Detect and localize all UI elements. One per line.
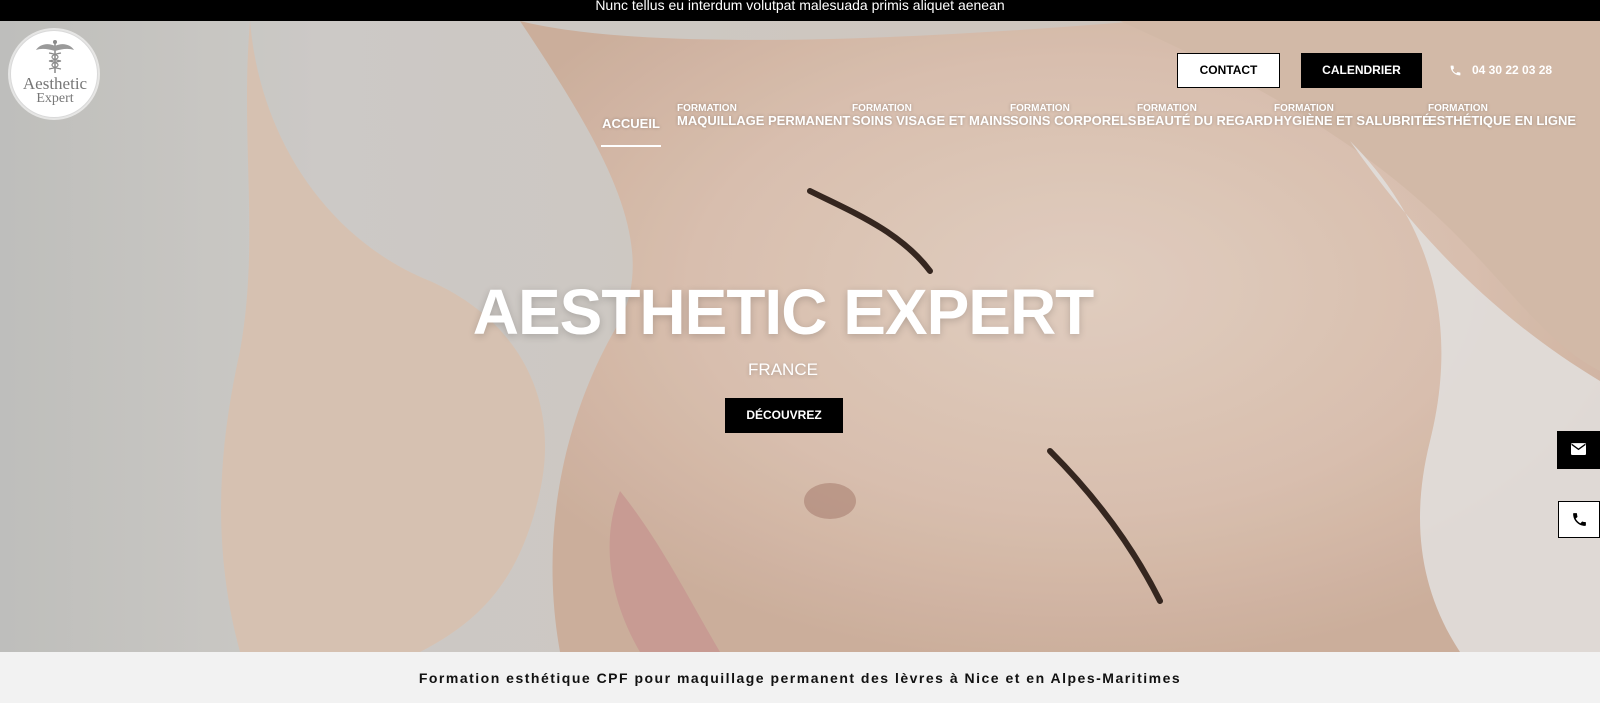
mail-icon [1571, 443, 1586, 455]
nav-item-label: HYGIÈNE ET SALUBRITÉ [1274, 113, 1431, 128]
nav-item-maquillage-permanent[interactable]: FORMATION MAQUILLAGE PERMANENT [677, 103, 850, 148]
header-phone-link[interactable]: 04 30 22 03 28 [1449, 59, 1552, 81]
nav-item-esthetique-en-ligne[interactable]: FORMATION ESTHÉTIQUE EN LIGNE [1428, 103, 1576, 148]
nav-item-label: SOINS CORPORELS [1010, 113, 1137, 128]
nav-item-label: ESTHÉTIQUE EN LIGNE [1428, 113, 1577, 128]
nav-item-label: SOINS VISAGE ET MAINS [852, 113, 1011, 128]
tagline-band: Formation esthétique CPF pour maquillage… [0, 652, 1600, 703]
calendar-button[interactable]: CALENDRIER [1301, 53, 1422, 88]
nav-item-label: MAQUILLAGE PERMANENT [677, 113, 851, 128]
main-navigation: ACCUEIL FORMATION MAQUILLAGE PERMANENT F… [0, 103, 1600, 153]
nav-item-beaute-du-regard[interactable]: FORMATION BEAUTÉ DU REGARD [1137, 103, 1273, 148]
hero-subtitle: FRANCE [748, 360, 818, 379]
hero-section: Aesthetic Expert CONTACT CALENDRIER 04 3… [0, 21, 1600, 652]
phone-icon [1450, 65, 1461, 76]
floating-phone-button[interactable] [1558, 501, 1600, 538]
contact-button[interactable]: CONTACT [1177, 53, 1280, 88]
nav-item-hygiene-salubrite[interactable]: FORMATION HYGIÈNE ET SALUBRITÉ [1274, 103, 1431, 148]
tagline-text: Formation esthétique CPF pour maquillage… [418, 670, 1182, 686]
nav-item-soins-corporels[interactable]: FORMATION SOINS CORPORELS [1010, 103, 1136, 148]
nav-item-label: BEAUTÉ DU REGARD [1137, 113, 1273, 128]
nav-item-accueil[interactable]: ACCUEIL [601, 116, 661, 149]
hero-title: AESTHETIC EXPERT [472, 276, 1095, 348]
header-phone-number: 04 30 22 03 28 [1472, 63, 1553, 77]
caduceus-icon [36, 40, 74, 73]
announcement-bar: Nunc tellus eu interdum volutpat malesua… [0, 0, 1600, 21]
phone-icon [1573, 513, 1586, 526]
announcement-text: Nunc tellus eu interdum volutpat malesua… [595, 0, 1005, 13]
active-nav-underline [601, 145, 661, 147]
discover-button[interactable]: DÉCOUVREZ [725, 398, 843, 433]
floating-mail-button[interactable] [1557, 431, 1600, 469]
nav-item-soins-visage-mains[interactable]: FORMATION SOINS VISAGE ET MAINS [852, 103, 1011, 148]
nav-item-label: ACCUEIL [602, 116, 660, 131]
